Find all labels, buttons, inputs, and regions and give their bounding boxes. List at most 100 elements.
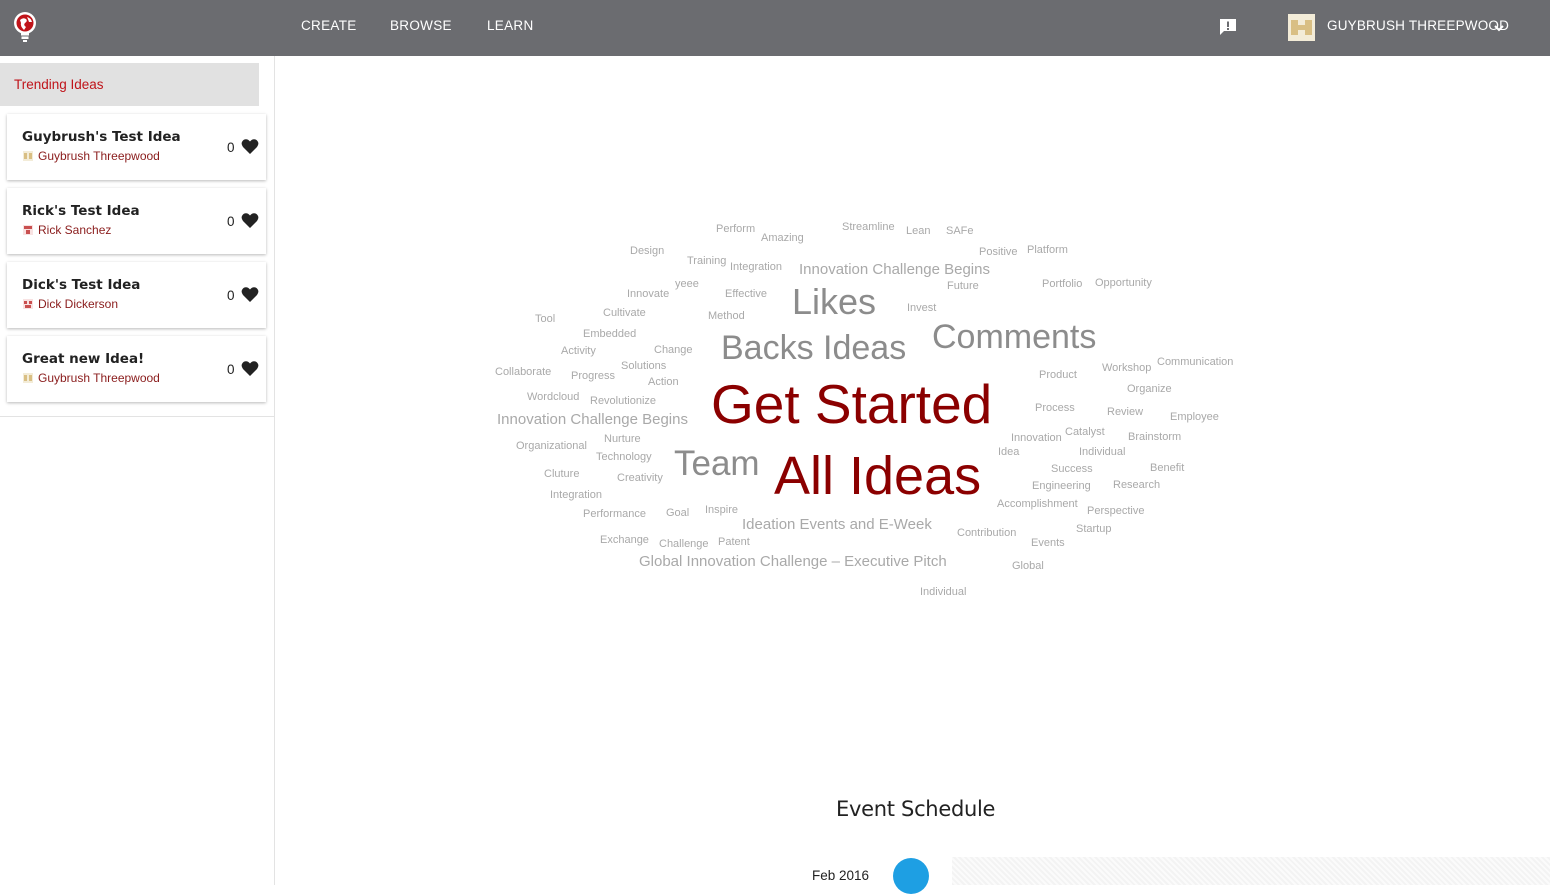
cloud-word[interactable]: Opportunity (1095, 278, 1152, 289)
cloud-word[interactable]: Benefit (1150, 463, 1184, 474)
cloud-word[interactable]: yeee (675, 279, 699, 290)
idea-title[interactable]: Dick's Test Idea (22, 277, 140, 293)
cloud-word[interactable]: Exchange (600, 535, 649, 546)
cloud-word[interactable]: Engineering (1032, 481, 1091, 492)
cloud-word[interactable]: Collaborate (495, 367, 551, 378)
cloud-word[interactable]: Amazing (761, 233, 804, 244)
cloud-word[interactable]: Performance (583, 509, 646, 520)
cloud-word[interactable]: Global Innovation Challenge – Executive … (639, 554, 947, 569)
idea-title[interactable]: Great new Idea! (22, 351, 144, 367)
cloud-word[interactable]: Creativity (617, 473, 663, 484)
cloud-word[interactable]: Research (1113, 480, 1160, 491)
idea-card[interactable]: Dick's Test Idea Dick Dickerson 0 (7, 262, 266, 328)
idea-title[interactable]: Guybrush's Test Idea (22, 129, 181, 145)
cloud-word[interactable]: Change (654, 345, 693, 356)
cloud-word[interactable]: Innovation Challenge Begins (799, 262, 990, 277)
avatar[interactable] (1288, 14, 1315, 41)
cloud-word[interactable]: Design (630, 246, 664, 257)
cloud-word[interactable]: Team (674, 446, 760, 481)
cloud-word[interactable]: Method (708, 311, 745, 322)
cloud-word[interactable]: Training (687, 256, 726, 267)
nav-browse[interactable]: BROWSE (390, 18, 452, 33)
cloud-word[interactable]: Positive (979, 247, 1018, 258)
cloud-word[interactable]: Future (947, 281, 979, 292)
idea-author[interactable]: Guybrush Threepwood (38, 149, 160, 163)
cloud-word[interactable]: Patent (718, 537, 750, 548)
nav-create[interactable]: CREATE (301, 18, 357, 33)
heart-icon[interactable] (241, 360, 259, 377)
heart-icon[interactable] (241, 286, 259, 303)
cloud-word[interactable]: Goal (666, 508, 689, 519)
cloud-word[interactable]: Effective (725, 289, 767, 300)
cloud-word[interactable]: Success (1051, 464, 1093, 475)
cloud-word[interactable]: Perspective (1087, 506, 1144, 517)
cloud-word[interactable]: Lean (906, 226, 930, 237)
cloud-word[interactable]: Action (648, 377, 679, 388)
cloud-word-all-ideas[interactable]: All Ideas (774, 449, 981, 503)
cloud-word[interactable]: Organize (1127, 384, 1172, 395)
nav-learn[interactable]: LEARN (487, 18, 534, 33)
idea-card[interactable]: Great new Idea! Guybrush Threepwood 0 (7, 336, 266, 402)
cloud-word[interactable]: Contribution (957, 528, 1016, 539)
lightbulb-globe-logo-icon[interactable] (12, 11, 38, 43)
cloud-word[interactable]: Cultivate (603, 308, 646, 319)
cloud-word[interactable]: Brainstorm (1128, 432, 1181, 443)
cloud-word[interactable]: Integration (730, 262, 782, 273)
cloud-word[interactable]: Platform (1027, 245, 1068, 256)
cloud-word[interactable]: Innovate (627, 289, 669, 300)
cloud-word[interactable]: Revolutionize (590, 396, 656, 407)
cloud-word[interactable]: Backs Ideas (721, 331, 906, 365)
cloud-word[interactable]: Accomplishment (997, 499, 1078, 510)
cloud-word[interactable]: Solutions (621, 361, 666, 372)
timeline-dot[interactable] (893, 858, 929, 894)
cloud-word[interactable]: Innovation (1011, 433, 1062, 444)
cloud-word[interactable]: Technology (596, 452, 652, 463)
feedback-icon[interactable] (1219, 18, 1237, 36)
cloud-word[interactable]: Perform (716, 224, 755, 235)
cloud-word[interactable]: Tool (535, 314, 555, 325)
cloud-word[interactable]: Organizational (516, 441, 587, 452)
trending-ideas-header[interactable]: Trending Ideas (0, 63, 259, 106)
cloud-word[interactable]: Catalyst (1065, 427, 1105, 438)
idea-card[interactable]: Guybrush's Test Idea Guybrush Threepwood… (7, 114, 266, 180)
cloud-word[interactable]: Inspire (705, 505, 738, 516)
heart-icon[interactable] (241, 212, 259, 229)
cloud-word[interactable]: Portfolio (1042, 279, 1082, 290)
cloud-word[interactable]: Activity (561, 346, 596, 357)
cloud-word[interactable]: Challenge (659, 539, 709, 550)
cloud-word[interactable]: Events (1031, 538, 1065, 549)
cloud-word[interactable]: Likes (792, 284, 876, 320)
cloud-word[interactable]: Individual (920, 587, 966, 598)
cloud-word[interactable]: Communication (1157, 357, 1233, 368)
chevron-down-icon[interactable] (1493, 22, 1505, 34)
idea-card[interactable]: Rick's Test Idea Rick Sanchez 0 (7, 188, 266, 254)
idea-title[interactable]: Rick's Test Idea (22, 203, 140, 219)
cloud-word[interactable]: Comments (932, 320, 1096, 354)
cloud-word[interactable]: Employee (1170, 412, 1219, 423)
cloud-word[interactable]: Review (1107, 407, 1143, 418)
cloud-word[interactable]: SAFe (946, 226, 974, 237)
cloud-word[interactable]: Progress (571, 371, 615, 382)
cloud-word[interactable]: Idea (998, 447, 1019, 458)
cloud-word[interactable]: Wordcloud (527, 392, 579, 403)
cloud-word[interactable]: Startup (1076, 524, 1111, 535)
cloud-word[interactable]: Individual (1079, 447, 1125, 458)
cloud-word[interactable]: Product (1039, 370, 1077, 381)
cloud-word[interactable]: Cluture (544, 469, 579, 480)
cloud-word[interactable]: Invest (907, 303, 936, 314)
cloud-word[interactable]: Streamline (842, 222, 895, 233)
cloud-word[interactable]: Process (1035, 403, 1075, 414)
idea-author[interactable]: Rick Sanchez (38, 223, 111, 237)
cloud-word[interactable]: Nurture (604, 434, 641, 445)
cloud-word[interactable]: Workshop (1102, 363, 1151, 374)
cloud-word[interactable]: Integration (550, 490, 602, 501)
idea-author[interactable]: Dick Dickerson (38, 297, 118, 311)
cloud-word[interactable]: Embedded (583, 329, 636, 340)
cloud-word[interactable]: Ideation Events and E-Week (742, 517, 932, 532)
heart-icon[interactable] (241, 138, 259, 155)
idea-author[interactable]: Guybrush Threepwood (38, 371, 160, 385)
user-menu-name[interactable]: GUYBRUSH THREEPWOOD (1327, 18, 1509, 33)
cloud-word[interactable]: Innovation Challenge Begins (497, 412, 688, 427)
cloud-word-get-started[interactable]: Get Started (711, 377, 992, 432)
cloud-word[interactable]: Global (1012, 561, 1044, 572)
